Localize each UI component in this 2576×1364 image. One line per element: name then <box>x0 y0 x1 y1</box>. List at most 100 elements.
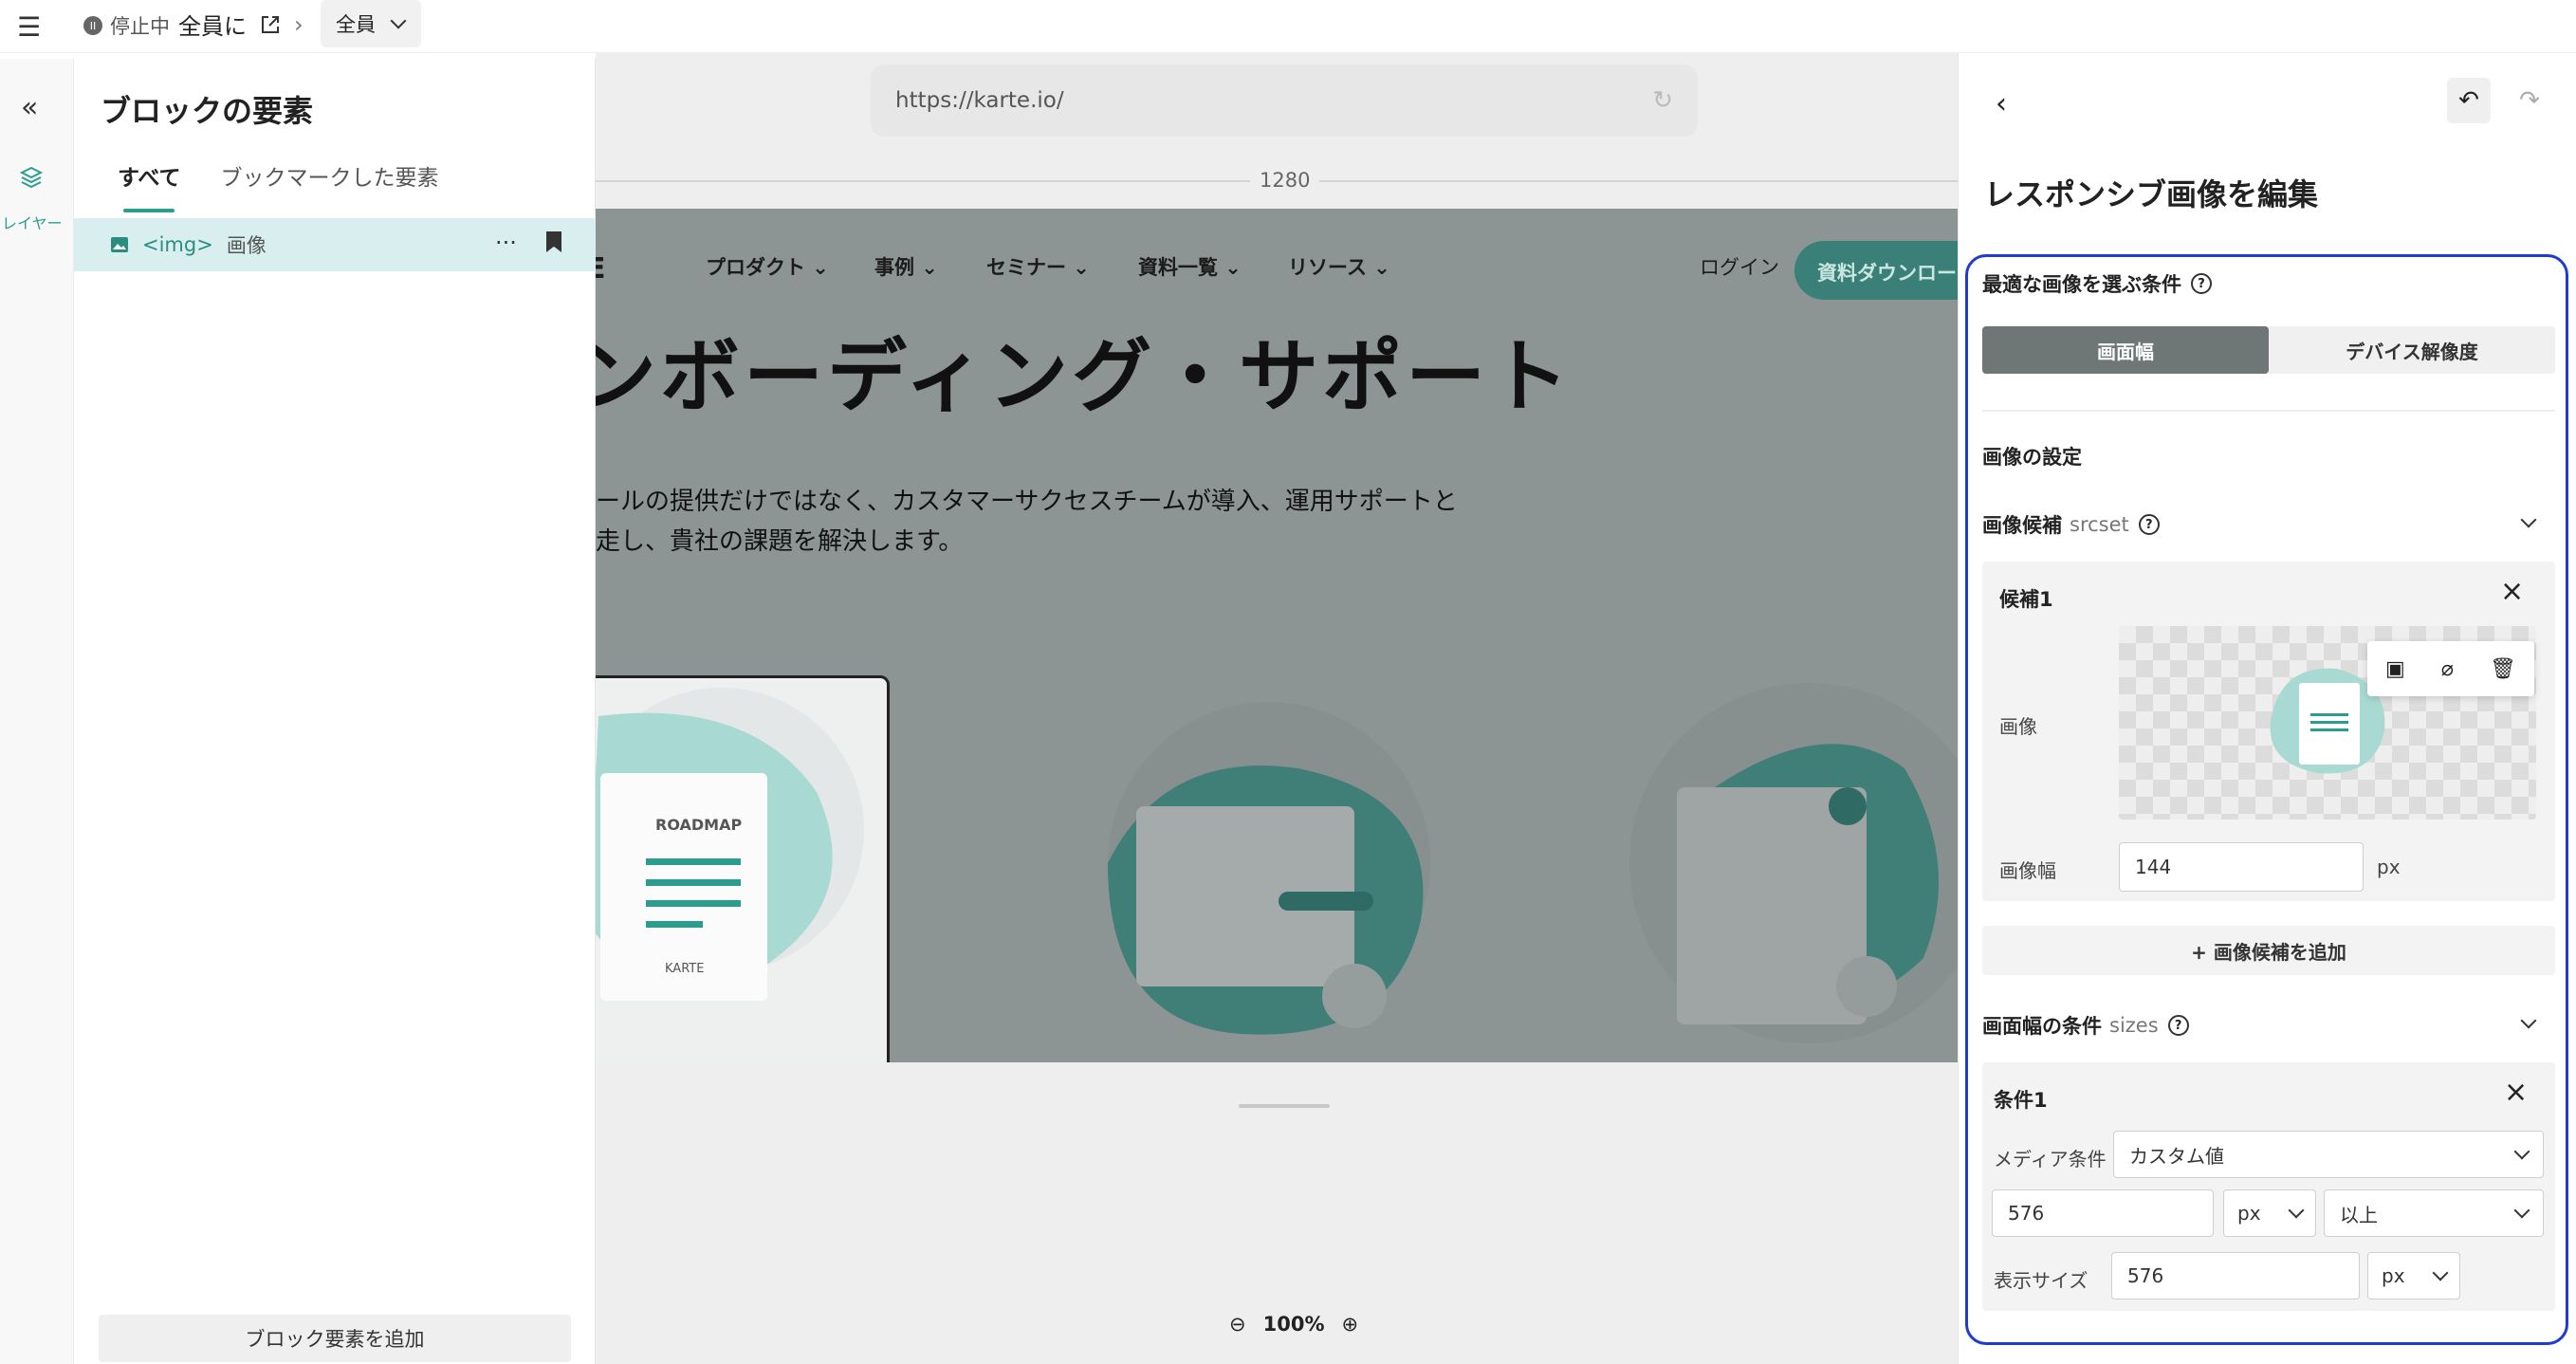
image-settings-title: 画像の設定 <box>1982 446 2082 469</box>
divider <box>1982 410 2555 412</box>
srcset-code: srcset <box>2070 513 2129 536</box>
help-icon[interactable]: ? <box>2138 514 2160 535</box>
segment-screen-width[interactable]: 画面幅 <box>1982 326 2269 374</box>
nav-item-product: プロダクト ⌄ <box>706 256 829 279</box>
nav-item-resources: リソース ⌄ <box>1288 256 1390 279</box>
condition-compare-value: 以上 <box>2340 1203 2378 1226</box>
layers-label[interactable]: レイヤー <box>2 211 63 233</box>
ruler-width-label: 1280 <box>1250 169 1320 192</box>
back-icon[interactable]: ‹ <box>1996 87 2007 120</box>
attach-icon[interactable]: ⌀ <box>2441 657 2454 681</box>
display-unit-value: px <box>2382 1264 2405 1287</box>
element-tabs: すべて ブックマークした要素 <box>118 159 438 212</box>
candidate-title: 候補1 <box>1999 588 2053 611</box>
zoom-in-icon[interactable]: ⊕ <box>1342 1313 1359 1336</box>
condition-compare-select[interactable]: 以上 <box>2324 1189 2544 1237</box>
audience-select-value: 全員 <box>336 13 376 36</box>
selected-image-element[interactable]: ROADMAP KARTE <box>596 675 890 1062</box>
display-unit-select[interactable]: px <box>2367 1252 2460 1299</box>
condition-unit-select[interactable]: px <box>2223 1189 2316 1237</box>
url-bar[interactable]: https://karte.io/ ↻ <box>871 65 1698 137</box>
display-size-input[interactable]: 576 <box>2111 1252 2360 1299</box>
logo-fragment: E <box>596 252 606 286</box>
sizes-label: 画面幅の条件 <box>1982 1015 2102 1038</box>
condition-unit-value: px <box>2237 1202 2261 1225</box>
page-preview[interactable]: E プロダクト ⌄ 事例 ⌄ セミナー ⌄ 資料一覧 ⌄ リソース ⌄ ログイン… <box>596 209 1958 1062</box>
reload-icon[interactable]: ↻ <box>1652 86 1673 115</box>
image-preview[interactable]: ▣ ⌀ 🗑 <box>2119 626 2536 820</box>
top-bar: ☰ II 停止中 全員に › 全員 <box>0 0 2576 53</box>
add-candidate-button[interactable]: + 画像候補を追加 <box>1982 926 2555 975</box>
tab-bookmarked[interactable]: ブックマークした要素 <box>220 159 438 192</box>
chevron-down-icon <box>2288 1202 2305 1219</box>
add-block-element-button[interactable]: ブロック要素を追加 <box>99 1315 571 1362</box>
audience-select[interactable]: 全員 <box>321 0 421 47</box>
help-icon[interactable]: ? <box>2167 1015 2189 1036</box>
srcset-header[interactable]: 画像候補 srcset ? <box>1982 510 2160 539</box>
document-illustration <box>1629 683 1958 1043</box>
segment-device-resolution[interactable]: デバイス解像度 <box>2269 326 2555 374</box>
preview-login: ログイン <box>1700 256 1779 279</box>
image-toolbar: ▣ ⌀ 🗑 <box>2367 641 2534 696</box>
roadmap-illustration: ROADMAP KARTE <box>596 688 864 1001</box>
image-width-input[interactable]: 144 <box>2119 842 2364 892</box>
left-rail: « レイヤー <box>0 59 74 1364</box>
status-badge: II 停止中 <box>78 9 175 42</box>
panel-title: ブロックの要素 <box>101 93 314 129</box>
preview-download-button: 資料ダウンロード <box>1794 241 1958 300</box>
undo-button[interactable]: ↶ <box>2447 78 2491 123</box>
external-link-icon[interactable] <box>260 14 281 35</box>
image-width-unit: px <box>2377 856 2401 878</box>
element-tag: <img> <box>142 233 213 256</box>
chevron-down-icon <box>2432 1264 2449 1281</box>
condition-title: 条件1 <box>1994 1089 2048 1112</box>
status-label: 停止中 <box>110 15 170 38</box>
media-condition-label: メディア条件 <box>1994 1148 2107 1170</box>
campaign-title-label: 全員に <box>178 13 247 40</box>
image-replace-icon[interactable]: ▣ <box>2385 657 2405 681</box>
hamburger-icon[interactable]: ☰ <box>17 11 41 43</box>
srcset-label: 画像候補 <box>1982 514 2062 537</box>
nav-item-seminar: セミナー ⌄ <box>986 256 1090 279</box>
url-text: https://karte.io/ <box>895 88 1064 113</box>
bookmark-icon[interactable] <box>546 231 561 252</box>
trash-icon[interactable]: 🗑 <box>2490 657 2516 681</box>
zoom-level: 100% <box>1262 1313 1325 1336</box>
undo-icon: ↶ <box>2458 86 2479 115</box>
nav-item-docs: 資料一覧 ⌄ <box>1138 256 1242 279</box>
display-size-label: 表示サイズ <box>1994 1269 2088 1292</box>
edit-panel-title: レスポンシブ画像を編集 <box>1984 176 2319 212</box>
chevron-down-icon <box>2513 1202 2530 1219</box>
zoom-control: ⊖ 100% ⊕ <box>1229 1313 1358 1336</box>
image-icon <box>111 237 128 252</box>
chevron-down-icon <box>2513 1143 2530 1160</box>
nav-item-cases: 事例 ⌄ <box>874 256 938 279</box>
sizes-code: sizes <box>2109 1014 2159 1037</box>
support-illustration <box>1108 702 1430 1035</box>
campaign-title: 全員に › <box>178 8 304 41</box>
element-row-img[interactable]: <img> 画像 ··· <box>74 218 596 271</box>
condition-value-input[interactable]: 576 <box>1992 1189 2214 1237</box>
sizes-header[interactable]: 画面幅の条件 sizes ? <box>1982 1011 2189 1040</box>
condition-section-label: 最適な画像を選ぶ条件 <box>1982 273 2181 296</box>
chevron-right-icon: › <box>294 10 304 38</box>
more-icon[interactable]: ··· <box>495 230 517 256</box>
collapse-icon[interactable]: « <box>21 91 38 124</box>
resize-handle[interactable] <box>1239 1104 1330 1108</box>
close-icon[interactable]: × <box>2504 1076 2528 1109</box>
redo-button[interactable]: ↷ <box>2508 78 2551 123</box>
media-condition-select[interactable]: カスタム値 <box>2113 1131 2544 1178</box>
preview-hero-title: ンボーディング・サポート <box>596 330 1573 423</box>
media-condition-value: カスタム値 <box>2129 1144 2224 1168</box>
preview-subtext-2: 走し、貴社の課題を解決します。 <box>596 527 964 556</box>
condition-segment: 画面幅 デバイス解像度 <box>1982 326 2555 374</box>
image-label: 画像 <box>1999 715 2037 738</box>
chevron-down-icon <box>390 12 407 29</box>
zoom-out-icon[interactable]: ⊖ <box>1229 1313 1246 1336</box>
close-icon[interactable]: × <box>2500 575 2524 608</box>
help-icon[interactable]: ? <box>2191 273 2212 294</box>
tab-all[interactable]: すべて <box>118 159 180 212</box>
preview-subtext-1: ールの提供だけではなく、カスタマーサクセスチームが導入、運用サポートと <box>596 488 1458 516</box>
layers-icon[interactable] <box>19 165 44 190</box>
image-width-label: 画像幅 <box>1999 859 2056 882</box>
